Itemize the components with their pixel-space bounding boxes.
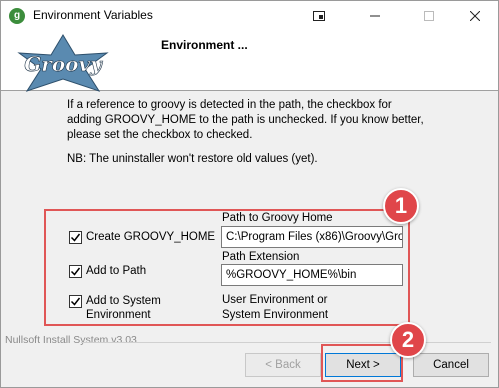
options-highlight-box — [44, 209, 410, 326]
close-button[interactable] — [452, 1, 498, 31]
back-button[interactable]: < Back — [245, 353, 321, 377]
svg-text:Groovy: Groovy — [24, 52, 103, 76]
header-banner: Groovy Environment ... — [1, 31, 498, 92]
title-bar: g Environment Variables — [1, 1, 498, 31]
installer-window: g Environment Variables Groovy Environme… — [0, 0, 499, 388]
window-title: Environment Variables — [33, 8, 153, 22]
groovy-app-icon: g — [9, 8, 25, 24]
note-text: NB: The uninstaller won't restore old va… — [67, 153, 318, 165]
installer-version-label: Nullsoft Install System v3.03 — [5, 334, 137, 346]
snap-icon[interactable] — [296, 1, 342, 31]
minimize-button[interactable] — [352, 1, 398, 31]
description-text: If a reference to groovy is detected in … — [67, 99, 424, 141]
cancel-button[interactable]: Cancel — [413, 353, 489, 377]
footer-divider — [81, 342, 491, 343]
step-badge-1: 1 — [383, 188, 419, 224]
next-highlight-box — [321, 344, 403, 382]
maximize-button[interactable] — [406, 1, 452, 31]
groovy-logo: Groovy — [17, 34, 109, 92]
step-badge-2: 2 — [390, 322, 426, 358]
page-title: Environment ... — [161, 38, 248, 52]
